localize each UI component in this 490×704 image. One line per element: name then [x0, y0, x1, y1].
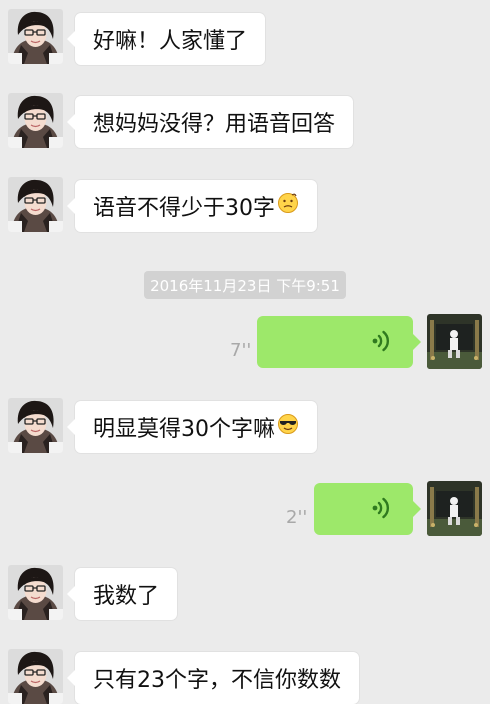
- message-bubble[interactable]: 我数了: [66, 568, 178, 620]
- avatar[interactable]: [8, 177, 63, 232]
- confused-face-icon: [277, 192, 299, 220]
- message-text: 我数了: [93, 584, 160, 609]
- message-bubble[interactable]: 语音不得少于30字: [67, 180, 317, 232]
- timestamp: 2016年11月23日 下午9:51: [144, 271, 346, 299]
- message-text: 明显莫得30个字嘛: [93, 417, 275, 442]
- avatar[interactable]: [8, 9, 63, 64]
- voice-wave-icon: [369, 496, 393, 520]
- voice-message-bubble[interactable]: [257, 316, 421, 368]
- avatar[interactable]: [8, 565, 63, 620]
- avatar[interactable]: [427, 481, 482, 536]
- message-text: 好嘛！人家懂了: [93, 29, 248, 54]
- avatar[interactable]: [8, 649, 63, 704]
- voice-duration: 7'': [230, 340, 252, 361]
- avatar[interactable]: [427, 314, 482, 369]
- voice-duration: 2'': [286, 507, 308, 528]
- avatar[interactable]: [8, 398, 63, 453]
- message-text: 想妈妈没得？用语音回答: [93, 112, 336, 137]
- message-bubble[interactable]: 好嘛！人家懂了: [66, 13, 266, 65]
- message-bubble[interactable]: 只有23个字，不信你数数: [67, 652, 359, 704]
- voice-message-bubble[interactable]: [314, 483, 421, 535]
- message-text: 只有23个字，不信你数数: [93, 668, 341, 693]
- voice-wave-icon: [369, 329, 393, 353]
- message-bubble[interactable]: 想妈妈没得？用语音回答: [66, 96, 354, 148]
- sunglasses-face-icon: [277, 413, 299, 441]
- message-bubble[interactable]: 明显莫得30个字嘛: [67, 401, 317, 453]
- message-text: 语音不得少于30字: [93, 196, 275, 221]
- avatar[interactable]: [8, 93, 63, 148]
